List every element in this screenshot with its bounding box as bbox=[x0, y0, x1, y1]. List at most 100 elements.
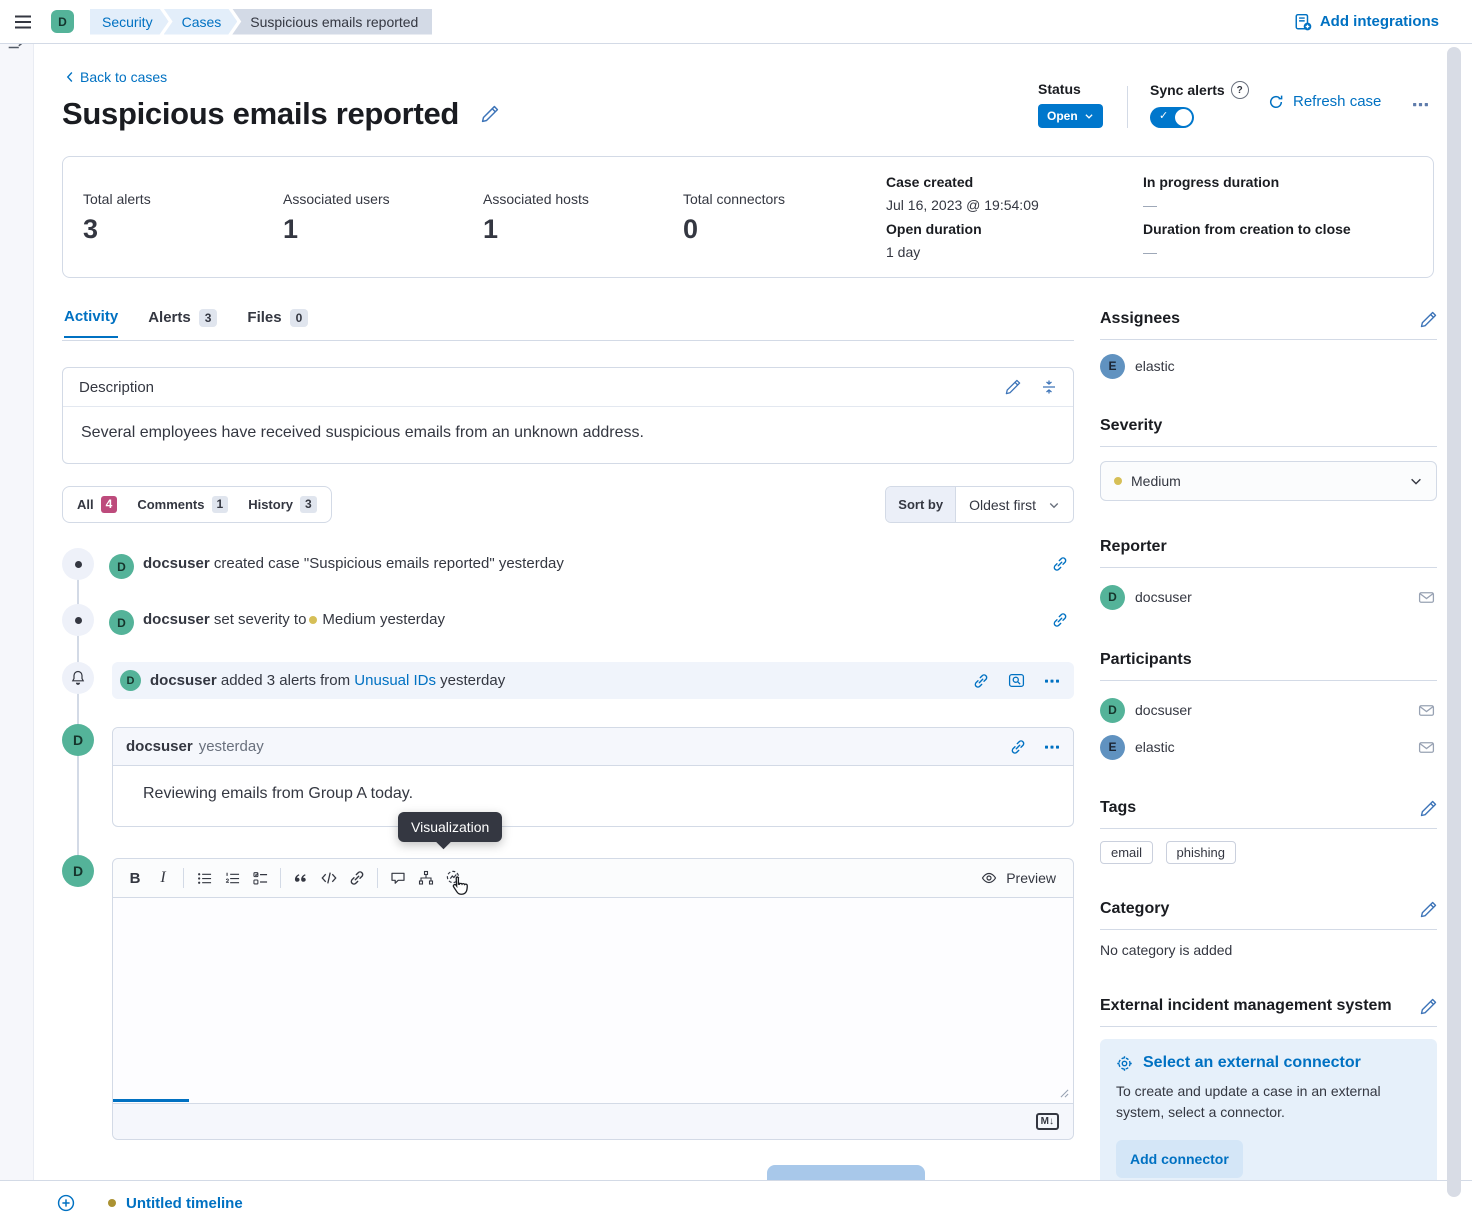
task-list-button[interactable] bbox=[246, 864, 274, 892]
edit-connector-pencil-icon[interactable] bbox=[1420, 998, 1437, 1015]
add-timeline-icon[interactable] bbox=[57, 1194, 75, 1212]
investigate-in-timeline-icon[interactable] bbox=[1008, 672, 1025, 689]
unordered-list-button[interactable] bbox=[190, 864, 218, 892]
unusual-ids-link[interactable]: Unusual IDs bbox=[354, 672, 436, 689]
insert-timeline-button[interactable] bbox=[412, 864, 440, 892]
copy-link-icon[interactable] bbox=[1052, 612, 1068, 628]
filter-comments[interactable]: Comments 1 bbox=[137, 496, 228, 513]
avatar: D bbox=[62, 855, 94, 887]
chevron-left-icon bbox=[64, 71, 76, 83]
status-label: Status bbox=[1038, 81, 1103, 97]
edit-description-pencil-icon[interactable] bbox=[1005, 379, 1021, 395]
severity-select[interactable]: Medium bbox=[1100, 461, 1437, 501]
status-open-button[interactable]: Open bbox=[1038, 104, 1103, 128]
back-to-cases-label: Back to cases bbox=[80, 69, 167, 85]
sync-alerts-toggle[interactable]: ✓ bbox=[1150, 107, 1194, 128]
link-button[interactable] bbox=[343, 864, 371, 892]
filter-all[interactable]: All 4 bbox=[77, 496, 117, 513]
avatar: E bbox=[1100, 735, 1125, 760]
collapsed-nav-rail bbox=[0, 43, 34, 1180]
email-icon[interactable] bbox=[1418, 739, 1435, 756]
status-value: Open bbox=[1047, 109, 1078, 123]
menu-hamburger-icon[interactable] bbox=[13, 12, 33, 32]
eye-icon bbox=[981, 870, 997, 886]
breadcrumb-cases[interactable]: Cases bbox=[164, 9, 238, 35]
severity-value: Medium bbox=[1131, 473, 1181, 489]
copy-link-icon[interactable] bbox=[1010, 739, 1026, 755]
edit-title-pencil-icon[interactable] bbox=[481, 105, 499, 123]
visualization-button[interactable] bbox=[440, 864, 468, 892]
top-navigation-bar: D Security Cases Suspicious emails repor… bbox=[0, 0, 1472, 44]
comment-textarea[interactable] bbox=[113, 898, 1073, 1102]
help-icon[interactable]: ? bbox=[1231, 81, 1249, 99]
tab-activity[interactable]: Activity bbox=[64, 308, 118, 338]
untitled-timeline-link[interactable]: Untitled timeline bbox=[126, 1195, 243, 1212]
italic-button[interactable]: I bbox=[149, 864, 177, 892]
avatar: D bbox=[109, 610, 134, 635]
edit-category-pencil-icon[interactable] bbox=[1420, 901, 1437, 918]
more-actions-icon[interactable] bbox=[1412, 96, 1429, 113]
reporter-row: D docsuser bbox=[1100, 584, 1437, 610]
page-scrollbar[interactable] bbox=[1447, 47, 1461, 1197]
breadcrumb: Security Cases Suspicious emails reporte… bbox=[90, 9, 432, 35]
copy-link-icon[interactable] bbox=[1052, 556, 1068, 572]
tab-alerts[interactable]: Alerts 3 bbox=[148, 308, 217, 338]
markdown-toolbar: B I bbox=[113, 859, 1073, 898]
collapse-description-icon[interactable] bbox=[1041, 379, 1057, 395]
external-connector-section: External incident management system Sele… bbox=[1100, 995, 1437, 1194]
assignee-name: elastic bbox=[1135, 358, 1175, 374]
more-actions-icon[interactable] bbox=[1044, 672, 1060, 689]
back-to-cases-link[interactable]: Back to cases bbox=[64, 69, 167, 85]
participants-title: Participants bbox=[1100, 651, 1192, 669]
tags-title: Tags bbox=[1100, 799, 1136, 817]
comment-header: docsuser yesterday bbox=[113, 728, 1073, 766]
edit-tags-pencil-icon[interactable] bbox=[1420, 800, 1437, 817]
add-integrations-link[interactable]: Add integrations bbox=[1294, 13, 1439, 31]
participants-section: Participants D docsuser E elastic bbox=[1100, 649, 1437, 760]
bold-button[interactable]: B bbox=[121, 864, 149, 892]
case-stats-panel: Total alerts3 Associated users1 Associat… bbox=[62, 156, 1434, 278]
tab-files[interactable]: Files 0 bbox=[247, 308, 308, 338]
reporter-section: Reporter D docsuser bbox=[1100, 536, 1437, 610]
preview-label: Preview bbox=[1006, 870, 1056, 886]
avatar: E bbox=[1100, 354, 1125, 379]
participant-name: elastic bbox=[1135, 739, 1175, 755]
description-panel: Description Several employees have recei… bbox=[62, 367, 1074, 464]
case-tabs: Activity Alerts 3 Files 0 bbox=[64, 308, 308, 338]
chevron-down-icon bbox=[1084, 111, 1094, 121]
email-icon[interactable] bbox=[1418, 589, 1435, 606]
sort-select[interactable]: Sort by Oldest first bbox=[885, 486, 1074, 523]
email-icon[interactable] bbox=[1418, 702, 1435, 719]
add-comment-to-timeline-button[interactable] bbox=[384, 864, 412, 892]
add-connector-button[interactable]: Add connector bbox=[1116, 1140, 1243, 1178]
external-system-title: External incident management system bbox=[1100, 997, 1392, 1015]
sync-alerts-label: Sync alerts bbox=[1150, 82, 1225, 98]
ordered-list-button[interactable] bbox=[218, 864, 246, 892]
case-title-row: Suspicious emails reported bbox=[62, 94, 499, 134]
more-actions-icon[interactable] bbox=[1044, 739, 1060, 755]
header-divider bbox=[1127, 86, 1128, 128]
stat-total-connectors: Total connectors0 bbox=[683, 191, 883, 243]
timeline-status-dot bbox=[108, 1199, 116, 1207]
alerts-count-badge: 3 bbox=[199, 309, 218, 327]
markdown-help-icon[interactable]: M↓ bbox=[1036, 1113, 1059, 1130]
stat-total-alerts: Total alerts3 bbox=[83, 191, 283, 243]
preview-toggle[interactable]: Preview bbox=[964, 859, 1073, 897]
breadcrumb-security[interactable]: Security bbox=[90, 9, 169, 35]
event-dot-icon bbox=[62, 548, 94, 580]
description-title: Description bbox=[79, 379, 154, 396]
filter-history[interactable]: History 3 bbox=[248, 496, 316, 513]
quote-button[interactable] bbox=[287, 864, 315, 892]
connector-callout: Select an external connector To create a… bbox=[1100, 1039, 1437, 1194]
resize-handle[interactable] bbox=[1060, 1089, 1069, 1098]
refresh-icon bbox=[1268, 94, 1284, 110]
refresh-case-button[interactable]: Refresh case bbox=[1268, 93, 1381, 110]
space-avatar[interactable]: D bbox=[51, 10, 74, 33]
add-comment-button-partial[interactable] bbox=[767, 1165, 925, 1181]
edit-assignees-pencil-icon[interactable] bbox=[1420, 311, 1437, 328]
description-text: Several employees have received suspicio… bbox=[63, 407, 1073, 463]
gear-icon bbox=[1116, 1055, 1133, 1072]
severity-section: Severity Medium bbox=[1100, 415, 1437, 501]
copy-link-icon[interactable] bbox=[973, 672, 989, 689]
code-button[interactable] bbox=[315, 864, 343, 892]
